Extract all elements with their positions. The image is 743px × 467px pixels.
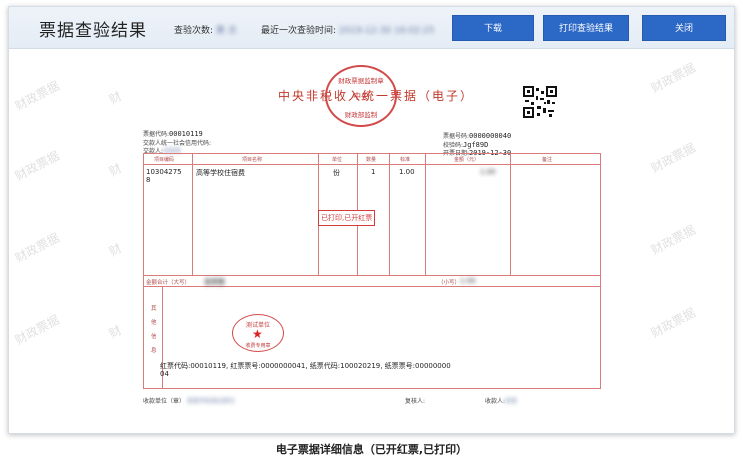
finance-seal: 财政票据监制章 中央 财政部监制: [325, 65, 397, 127]
column-header: 数量: [366, 157, 377, 163]
total-small-label: （小写）: [438, 280, 461, 286]
watermark: 财政票据: [648, 140, 698, 176]
watermark: 财政票据: [12, 148, 62, 184]
red-invoice-info: 红票代码:00010119, 红票票号:0000000041, 纸票代码:100…: [160, 362, 451, 370]
bill-no-value: 0000000040: [469, 132, 512, 140]
status-stamp: 已打印,已开红票: [318, 210, 376, 226]
collector-label: 收款人:: [485, 398, 506, 405]
table-divider: [192, 154, 193, 275]
item-code: 10304275 8: [146, 168, 182, 184]
unit-seal: 测试单位 ★ 收费专用章: [232, 314, 284, 352]
seal-line: 财政票据监制章: [338, 77, 384, 85]
payee: 收款单位（章） 某某学校测试单位: [143, 396, 235, 405]
other-info-label: 信: [151, 334, 157, 340]
table-divider: [144, 275, 601, 276]
seal-line: 收费专用章: [245, 343, 271, 349]
seal-line: 财政部监制: [344, 111, 378, 119]
total-small-value: 1.00: [460, 277, 476, 285]
item-unit: 份: [333, 169, 340, 177]
watermark: 财: [106, 322, 124, 341]
column-header: 备注: [542, 157, 553, 163]
watermark: 财: [106, 160, 124, 179]
watermark: 财政票据: [12, 78, 62, 114]
column-header: 项目编码: [154, 157, 175, 163]
qr-code-icon: [523, 86, 557, 118]
red-invoice-info-cont: 04: [160, 370, 169, 378]
collector: 收款人:张某: [485, 396, 517, 405]
watermark: 财: [106, 88, 124, 107]
watermark: 财政票据: [12, 230, 62, 266]
page-title: 票据查验结果: [39, 21, 147, 41]
top-toolbar: 票据查验结果 查验次数: 第 次 最近一次查验时间: 2019-12-30 16…: [9, 7, 734, 49]
last-check-label: 最近一次查验时间:: [261, 26, 337, 36]
bill-number: 票据号码:0000000040: [443, 131, 511, 140]
bill-code-label: 票据代码:: [143, 131, 170, 138]
other-info-label: 其: [151, 306, 157, 312]
bill-code: 票据代码:00010119: [143, 129, 203, 138]
watermark: 财政票据: [648, 60, 698, 96]
table-divider: [425, 154, 426, 275]
table-divider: [510, 154, 511, 275]
reviewer-label: 复核人:: [405, 398, 426, 405]
invoice-table: 项目编码 项目名称 单位 数量 标准 金额（元） 备注 10304275 8 高…: [143, 153, 601, 389]
query-count-value: 第 次: [215, 26, 237, 36]
query-count-label: 查验次数:: [174, 26, 214, 36]
collector-value: 张某: [505, 398, 518, 405]
item-code-line: 8: [146, 176, 151, 184]
figure-caption: 电子票据详细信息（已开红票,已打印）: [275, 443, 468, 456]
query-count: 查验次数: 第 次: [174, 23, 237, 36]
payee-value: 某某学校测试单位: [186, 398, 235, 405]
watermark: 财: [106, 240, 124, 259]
item-qty: 1: [371, 168, 376, 176]
result-window: 票据查验结果 查验次数: 第 次 最近一次查验时间: 2019-12-30 16…: [8, 6, 735, 434]
table-divider: [389, 154, 390, 275]
invoice-view: 财政票据 财 财政票据 财政票据 财 财政票据 财政票据 财 财政票据 财政票据…: [9, 49, 734, 433]
other-info-label: 他: [151, 320, 157, 326]
star-icon: ★: [252, 327, 263, 341]
item-standard: 1.00: [399, 168, 415, 176]
item-code-line: 10304275: [146, 168, 182, 176]
bill-code-value: 00010119: [169, 130, 203, 138]
bill-no-label: 票据号码:: [443, 133, 470, 140]
column-header: 项目名称: [242, 157, 263, 163]
payee-label: 收款单位（章）: [143, 398, 186, 405]
last-check-time: 最近一次查验时间: 2019-12-30 16:02:25: [261, 23, 435, 36]
download-button[interactable]: 下载: [452, 15, 534, 41]
seal-line: 中央: [353, 92, 369, 101]
column-header: 单位: [332, 157, 343, 163]
watermark: 财政票据: [12, 312, 62, 348]
item-name: 高等学校住宿费: [196, 169, 245, 177]
table-divider: [144, 164, 601, 165]
invoice-footer: 收款单位（章） 某某学校测试单位 复核人: 收款人:张某: [143, 394, 601, 406]
close-button[interactable]: 关闭: [642, 15, 726, 41]
print-result-button[interactable]: 打印查验结果: [543, 15, 629, 41]
last-check-value: 2019-12-30 16:02:25: [338, 26, 435, 36]
watermark: 财政票据: [648, 222, 698, 258]
total-value: 壹圆整: [204, 278, 225, 286]
other-info-label: 息: [151, 348, 157, 354]
item-amount: 1.00: [480, 168, 496, 176]
total-label: 金额合计（大写）: [146, 280, 191, 286]
column-header: 标准: [400, 157, 411, 163]
column-header: 金额（元）: [454, 157, 480, 163]
watermark: 财政票据: [648, 305, 698, 341]
